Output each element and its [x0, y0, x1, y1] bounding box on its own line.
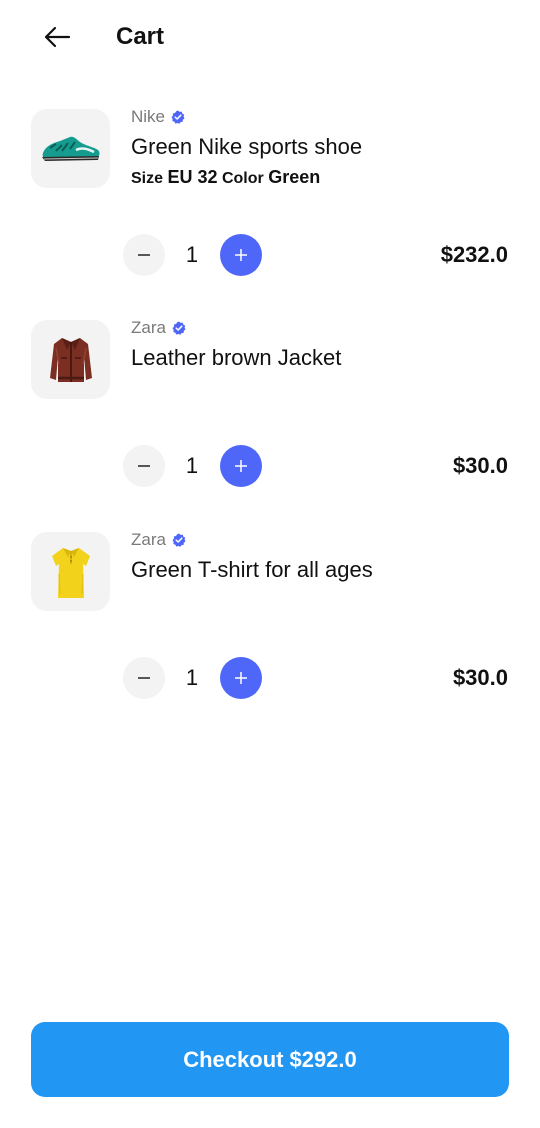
product-name[interactable]: Green T-shirt for all ages — [131, 556, 373, 584]
item-price: $232.0 — [440, 242, 508, 267]
checkout-label: Checkout — [183, 1046, 284, 1072]
product-name[interactable]: Green Nike sports shoe — [131, 133, 362, 161]
verified-badge-icon — [172, 321, 186, 335]
quantity-value: 1 — [185, 665, 199, 690]
plus-icon — [235, 460, 247, 472]
item-price: $30.0 — [452, 453, 508, 478]
increase-quantity-button[interactable] — [220, 445, 262, 487]
decrease-quantity-button[interactable] — [123, 445, 165, 487]
color-value: Green — [268, 167, 321, 187]
product-thumbnail[interactable] — [31, 532, 110, 611]
decrease-quantity-button[interactable] — [123, 234, 165, 276]
minus-icon — [138, 254, 150, 256]
plus-icon — [235, 249, 247, 261]
increase-quantity-button[interactable] — [220, 657, 262, 699]
product-variants: Size EU 32 Color Green — [131, 166, 320, 190]
product-thumbnail[interactable] — [31, 109, 110, 188]
back-button[interactable] — [36, 18, 78, 56]
color-label: Color — [221, 170, 264, 187]
item-price: $30.0 — [452, 665, 508, 690]
product-thumbnail[interactable] — [31, 320, 110, 399]
minus-icon — [138, 465, 150, 467]
increase-quantity-button[interactable] — [220, 234, 262, 276]
checkout-button[interactable]: Checkout $292.0 — [31, 1022, 509, 1097]
verified-badge-icon — [171, 110, 185, 124]
brand-name[interactable]: Zara — [131, 317, 166, 339]
quantity-value: 1 — [185, 453, 199, 478]
minus-icon — [138, 677, 150, 679]
brand-row: Zara — [131, 529, 186, 551]
page-title: Cart — [116, 23, 165, 50]
arrow-left-icon — [44, 26, 71, 48]
brand-name[interactable]: Nike — [131, 106, 165, 128]
size-label: Size — [131, 170, 164, 187]
sneaker-image — [41, 136, 99, 161]
yellow-polo-shirt-image — [51, 547, 90, 598]
size-value: EU 32 — [167, 167, 218, 187]
quantity-value: 1 — [185, 242, 199, 267]
brand-row: Zara — [131, 317, 186, 339]
cart-item: Nike Green Nike sports shoe Size EU 32 C… — [0, 106, 540, 309]
brand-row: Nike — [131, 106, 185, 128]
verified-badge-icon — [172, 533, 186, 547]
brand-name[interactable]: Zara — [131, 529, 166, 551]
product-name[interactable]: Leather brown Jacket — [131, 344, 341, 372]
cart-item: Zara Leather brown Jacket 1 $30.0 — [0, 317, 540, 520]
app-bar: Cart — [0, 0, 540, 74]
plus-icon — [235, 672, 247, 684]
leather-jacket-image — [49, 337, 92, 382]
checkout-total: $292.0 — [289, 1046, 357, 1072]
decrease-quantity-button[interactable] — [123, 657, 165, 699]
cart-item: Zara Green T-shirt for all ages 1 $30.0 — [0, 529, 540, 732]
